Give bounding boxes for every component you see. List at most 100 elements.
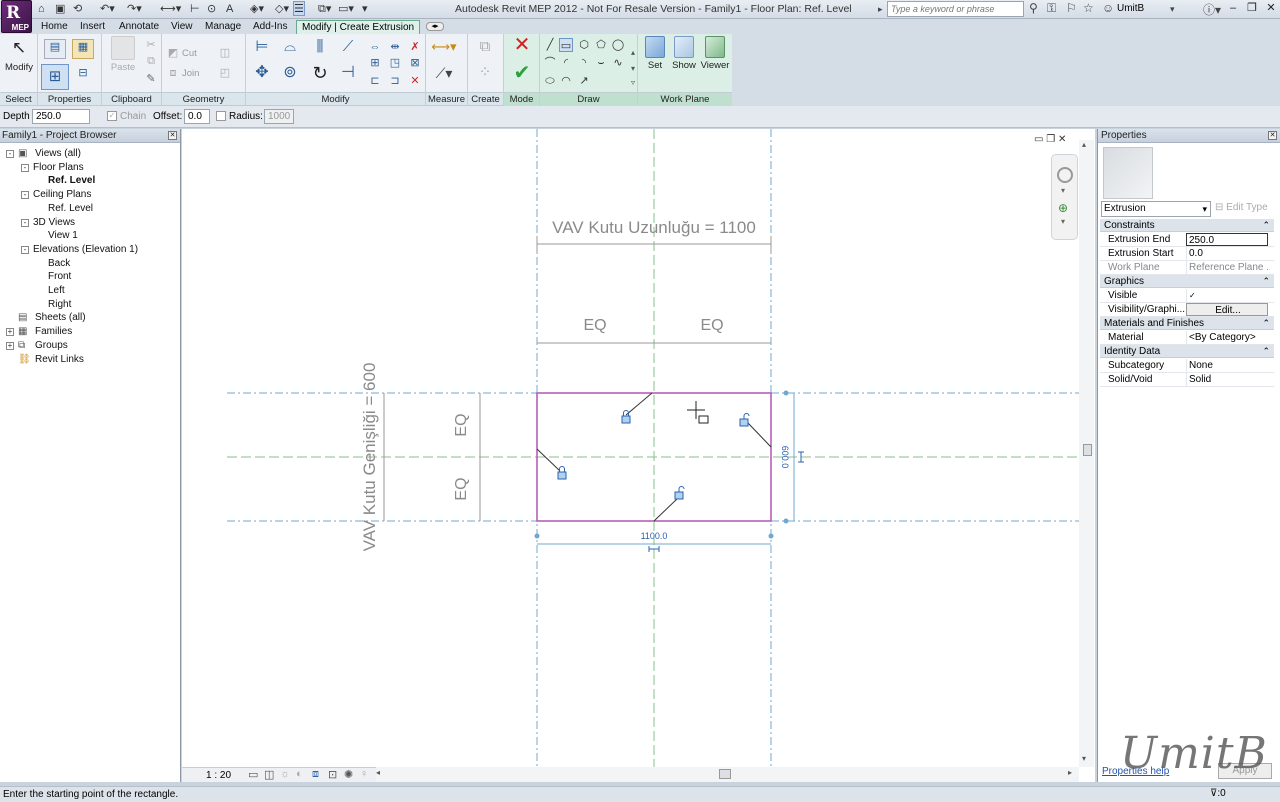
family-types-icon[interactable]: ▤ xyxy=(44,39,66,59)
delete-icon[interactable]: ✕ xyxy=(408,74,422,88)
property-category[interactable]: Identity Data ⌃ xyxy=(1100,345,1274,358)
create-similar-icon[interactable]: ⧉ xyxy=(474,39,496,60)
horizontal-scrollbar[interactable]: ◂ ▸ xyxy=(376,767,1079,782)
collapse-icon[interactable]: - xyxy=(21,218,29,227)
property-value[interactable]: 250.0 xyxy=(1186,233,1268,246)
trim-single-icon[interactable]: ⊐ xyxy=(388,74,402,88)
tab-annotate[interactable]: Annotate xyxy=(114,20,164,34)
expand-arrow-icon[interactable]: ▸ xyxy=(878,4,883,15)
3d-view-icon[interactable]: ◈▾ xyxy=(250,2,264,16)
collapse-icon[interactable]: ⌃ xyxy=(1262,275,1270,288)
trim-extend-icon[interactable]: ⊣ xyxy=(338,65,358,86)
tree-item[interactable]: Sheets (all) xyxy=(35,311,86,324)
chain-checkbox[interactable]: ✓ xyxy=(107,111,117,121)
cancel-edit-mode-icon[interactable]: ✕ xyxy=(511,35,533,60)
start-end-arc-icon[interactable]: ⌒ xyxy=(543,56,557,70)
copy-element-icon[interactable]: ⊚ xyxy=(280,65,300,86)
zoom-region-icon[interactable]: ⊕ xyxy=(1058,201,1068,215)
cut-icon[interactable]: ✂ xyxy=(144,38,158,52)
collapse-icon[interactable]: ⌃ xyxy=(1262,345,1270,358)
array-icon[interactable]: ⊞ xyxy=(368,56,382,70)
tree-item[interactable]: View 1 xyxy=(48,229,78,242)
circle-icon[interactable]: ◯ xyxy=(611,38,625,52)
ribbon-minimize-icon[interactable]: ◂▸ xyxy=(426,22,444,31)
wheel-dropdown-icon[interactable]: ▾ xyxy=(1061,186,1065,195)
user-name[interactable]: UmitB xyxy=(1117,3,1144,14)
selection-filter[interactable]: ⊽:0 xyxy=(1210,788,1226,799)
move-icon[interactable]: ✥ xyxy=(252,65,272,86)
redo-icon[interactable]: ↷▾ xyxy=(127,2,142,16)
tree-item[interactable]: Ref. Level xyxy=(48,174,95,187)
save-icon[interactable]: ▣ xyxy=(55,2,65,16)
geometry-tool-icon[interactable]: ◫ xyxy=(218,46,232,60)
tree-item[interactable]: Ceiling Plans xyxy=(33,188,91,201)
tree-item[interactable]: Back xyxy=(48,257,70,270)
tab-insert[interactable]: Insert xyxy=(75,20,110,34)
join-button[interactable]: Join xyxy=(182,68,199,79)
family-category-icon[interactable]: ▦ xyxy=(72,39,94,59)
switch-windows-icon[interactable]: ▭▾ xyxy=(338,2,354,16)
tree-item[interactable]: Revit Links xyxy=(35,353,84,366)
properties-palette-icon[interactable]: ⊞ xyxy=(41,64,69,90)
favorites-icon[interactable]: ☆ xyxy=(1083,1,1094,15)
tag-icon[interactable]: ⊙ xyxy=(207,2,216,16)
thin-lines-icon[interactable]: ☰ xyxy=(293,1,305,16)
lock-icon[interactable] xyxy=(557,466,567,480)
sun-path-icon[interactable]: ☼ xyxy=(280,768,290,780)
draw-rectangle-icon[interactable]: ▭ xyxy=(559,38,573,52)
align-icon[interactable]: ⊨ xyxy=(252,39,272,58)
property-value[interactable]: 0.0 xyxy=(1186,247,1268,260)
collapse-icon[interactable]: ⌃ xyxy=(1262,317,1270,330)
radius-checkbox[interactable] xyxy=(216,111,226,121)
unpin-icon[interactable]: ✗ xyxy=(408,40,422,54)
close-icon[interactable]: ✕ xyxy=(1268,131,1277,140)
property-value[interactable]: ✓ xyxy=(1186,289,1268,302)
pin-icon[interactable]: ⊠ xyxy=(408,56,422,70)
eq-label-left[interactable]: EQ xyxy=(583,317,606,334)
spline-icon[interactable]: ∿ xyxy=(611,56,625,70)
tree-item[interactable]: Elevations (Elevation 1) xyxy=(33,243,138,256)
tree-item[interactable]: Floor Plans xyxy=(33,161,84,174)
tab-addins[interactable]: Add-Ins xyxy=(248,20,292,34)
work-plane-viewer-button[interactable]: Viewer xyxy=(700,36,730,71)
tree-item[interactable]: Families xyxy=(35,325,72,338)
close-hidden-icon[interactable]: ⧉▾ xyxy=(318,2,331,16)
dimension-icon[interactable]: ⊢ xyxy=(190,2,200,16)
customize-qat-icon[interactable]: ▾ xyxy=(362,2,368,16)
tree-item[interactable]: Views (all) xyxy=(35,147,81,160)
shadows-icon[interactable]: ◐ xyxy=(296,768,303,780)
aligned-dimension-icon[interactable]: ⟋▾ xyxy=(430,66,458,84)
ellipse-icon[interactable]: ⬭ xyxy=(543,74,557,88)
collapse-icon[interactable]: ⌃ xyxy=(1262,219,1270,232)
close-window-icon[interactable]: ✕ xyxy=(1260,0,1280,17)
depth-input[interactable]: 250.0 xyxy=(32,109,90,124)
draw-line-icon[interactable]: ╱ xyxy=(543,38,557,52)
horizontal-scroll-thumb[interactable] xyxy=(719,769,731,779)
finish-edit-mode-icon[interactable]: ✔ xyxy=(511,63,533,88)
tree-item[interactable]: Ref. Level xyxy=(48,202,93,215)
cut-geometry-icon[interactable]: ◩ xyxy=(166,46,180,60)
fillet-arc-icon[interactable]: ⌣ xyxy=(594,56,608,70)
tree-item[interactable]: Groups xyxy=(35,339,68,352)
dim-width-label[interactable]: VAV Kutu Genişliği = 600 xyxy=(360,363,379,552)
tab-manage[interactable]: Manage xyxy=(200,20,246,34)
tree-item[interactable]: Front xyxy=(48,270,71,283)
application-menu-button[interactable]: R MEP xyxy=(1,0,32,33)
match-properties-icon[interactable]: ✎ xyxy=(144,72,158,86)
view-scale[interactable]: 1 : 20 xyxy=(206,770,231,781)
property-value[interactable]: Edit... xyxy=(1186,303,1268,316)
property-category[interactable]: Constraints ⌃ xyxy=(1100,219,1274,232)
user-dropdown-icon[interactable]: ▾ xyxy=(1170,4,1175,15)
property-value[interactable]: <By Category> xyxy=(1186,331,1268,344)
pick-lines-icon[interactable]: ↗ xyxy=(577,74,591,88)
eq-label-right[interactable]: EQ xyxy=(700,317,723,334)
rotate-icon[interactable]: ↻ xyxy=(310,64,330,86)
text-icon[interactable]: A xyxy=(226,2,233,16)
edit-type-button[interactable]: ⊟ Edit Type xyxy=(1215,202,1268,213)
tree-item[interactable]: 3D Views xyxy=(33,216,75,229)
split-face-icon[interactable]: ◰ xyxy=(218,66,232,80)
inscribed-polygon-icon[interactable]: ⬡ xyxy=(577,38,591,52)
mirror-draw-axis-icon[interactable]: ⟋ xyxy=(338,39,358,58)
set-work-plane-button[interactable]: Set xyxy=(642,36,668,71)
tree-item[interactable]: Left xyxy=(48,284,65,297)
